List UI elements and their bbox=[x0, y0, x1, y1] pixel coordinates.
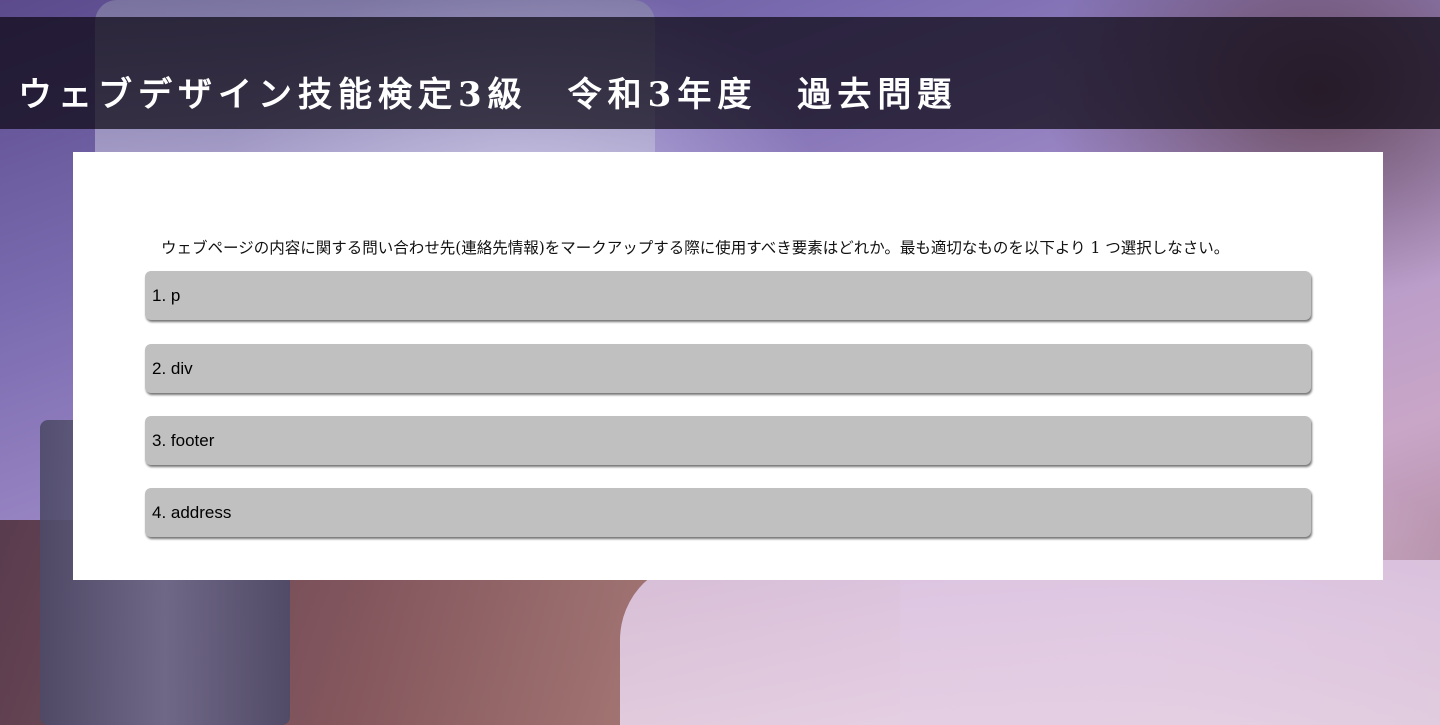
page-header: ウェブデザイン技能検定3級 令和3年度 過去問題 bbox=[0, 17, 1440, 129]
page-title: ウェブデザイン技能検定3級 令和3年度 過去問題 bbox=[18, 75, 958, 115]
background-arm bbox=[620, 560, 1440, 725]
answer-option-1[interactable]: 1. p bbox=[145, 271, 1311, 320]
answer-option-2[interactable]: 2. div bbox=[145, 344, 1311, 393]
answer-option-4[interactable]: 4. address bbox=[145, 488, 1311, 537]
quiz-card: ウェブページの内容に関する問い合わせ先(連絡先情報)をマークアップする際に使用す… bbox=[73, 152, 1383, 580]
answer-option-3[interactable]: 3. footer bbox=[145, 416, 1311, 465]
question-text: ウェブページの内容に関する問い合わせ先(連絡先情報)をマークアップする際に使用す… bbox=[161, 239, 1230, 257]
